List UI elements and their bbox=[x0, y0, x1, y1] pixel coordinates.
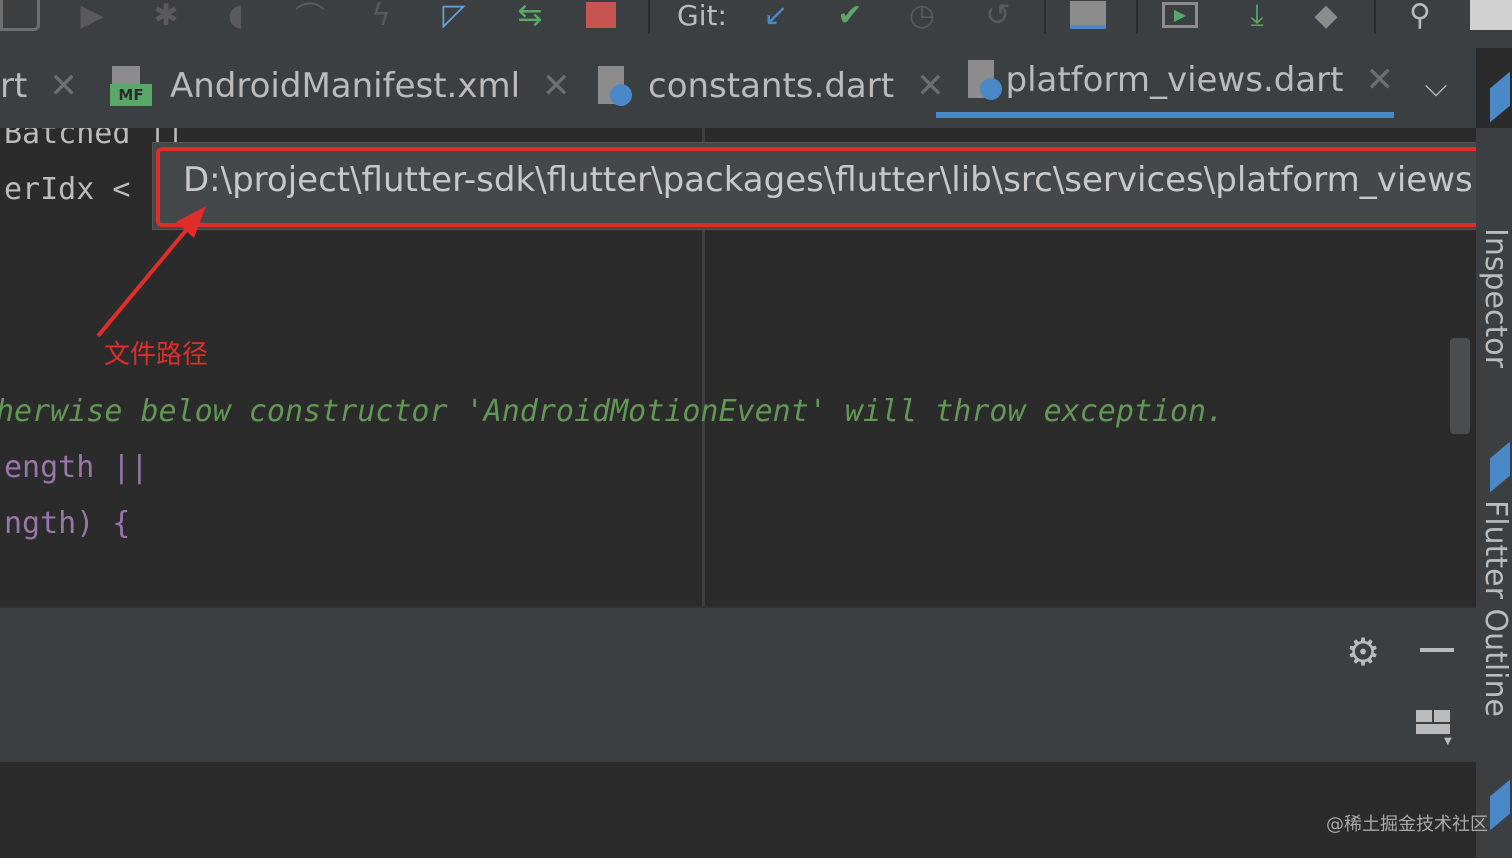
code-line: ength || bbox=[4, 450, 149, 485]
flutter-logo-icon bbox=[1490, 71, 1510, 123]
git-rollback-icon[interactable]: ↺ bbox=[980, 0, 1016, 33]
tab-label: constants.dart bbox=[648, 66, 895, 106]
profile-icon[interactable]: ⌒ bbox=[290, 0, 330, 36]
flutter-logo-icon bbox=[1490, 779, 1510, 831]
watermark: @稀土掘金技术社区 bbox=[1326, 814, 1488, 835]
close-icon[interactable]: ✕ bbox=[542, 66, 571, 106]
git-update-icon[interactable]: ↙ bbox=[758, 0, 794, 33]
right-tool-strip: Inspector Flutter Outline bbox=[1476, 71, 1512, 858]
tab-label: platform_views.dart bbox=[1005, 60, 1344, 100]
file-path-text: D:\project\flutter-sdk\flutter\packages\… bbox=[183, 160, 1512, 200]
toolbar-separator bbox=[1136, 0, 1138, 34]
git-commit-icon[interactable]: ✔ bbox=[832, 0, 868, 33]
manifest-file-icon: MF bbox=[110, 66, 152, 106]
editor-tab-bar: rt ✕ MF AndroidManifest.xml ✕ constants.… bbox=[0, 48, 1476, 129]
sdk-manager-icon[interactable]: ⤓ bbox=[1236, 0, 1278, 33]
show-hidden-tabs-chevron-down-icon[interactable]: ⌵ bbox=[1416, 48, 1456, 124]
sync-icon[interactable]: ⇆ bbox=[508, 0, 552, 33]
bottom-tool-window: ⚙ ▼ bbox=[0, 606, 1476, 764]
editor-scrollbar-thumb[interactable] bbox=[1450, 338, 1470, 434]
flutter-attach-icon[interactable]: ◸ bbox=[436, 0, 472, 33]
tab-platform-views-dart[interactable]: platform_views.dart ✕ bbox=[936, 48, 1394, 118]
project-structure-icon[interactable] bbox=[1066, 0, 1110, 30]
tab-partial[interactable]: rt ✕ bbox=[0, 48, 78, 124]
git-label: Git: bbox=[677, 0, 727, 32]
dart-file-icon bbox=[596, 66, 632, 106]
toolbar-separator bbox=[648, 0, 650, 34]
dart-file-icon bbox=[966, 60, 1002, 100]
run-icon[interactable]: ▶ bbox=[74, 0, 110, 33]
sync-gradle-icon[interactable]: ◆ bbox=[1304, 0, 1348, 33]
tab-constants-dart[interactable]: constants.dart ✕ bbox=[596, 48, 945, 124]
code-line: ngth) { bbox=[4, 506, 131, 541]
toolbar-separator bbox=[1044, 0, 1046, 34]
toolbar-separator bbox=[1374, 0, 1376, 34]
flutter-logo-icon bbox=[1490, 441, 1510, 493]
avd-manager-icon[interactable]: ▶ bbox=[1158, 0, 1202, 30]
flutter-outline-tab[interactable]: Flutter Outline bbox=[1478, 500, 1512, 717]
search-icon[interactable]: ⚲ bbox=[1398, 0, 1442, 33]
code-comment-line: herwise below constructor 'AndroidMotion… bbox=[0, 394, 1225, 429]
flutter-inspector-tab[interactable]: Inspector bbox=[1478, 228, 1512, 368]
tab-androidmanifest[interactable]: MF AndroidManifest.xml ✕ bbox=[110, 48, 571, 124]
main-toolbar: ▶ ✱ ◖ ⌒ ϟ ◸ ⇆ Git: ↙ ✔ ◷ ↺ ▶ ⤓ ◆ ⚲ bbox=[0, 0, 1512, 48]
tab-label: AndroidManifest.xml bbox=[170, 66, 521, 106]
layout-options-icon[interactable]: ▼ bbox=[1416, 710, 1452, 747]
close-icon[interactable]: ✕ bbox=[1366, 60, 1395, 100]
stop-icon[interactable] bbox=[584, 0, 618, 30]
debug-icon[interactable]: ✱ bbox=[146, 0, 186, 33]
annotation-arrow-icon bbox=[96, 206, 206, 338]
annotation-label: 文件路径 bbox=[104, 340, 209, 370]
user-avatar-icon[interactable] bbox=[1470, 0, 1512, 30]
config-dropdown-icon[interactable] bbox=[0, 0, 40, 31]
gear-icon[interactable]: ⚙ bbox=[1346, 630, 1380, 674]
tab-label: rt bbox=[0, 66, 28, 106]
hot-reload-icon[interactable]: ϟ bbox=[366, 0, 396, 33]
git-history-icon[interactable]: ◷ bbox=[902, 0, 942, 33]
status-area bbox=[0, 762, 1476, 858]
minimize-icon[interactable] bbox=[1420, 648, 1454, 652]
close-icon[interactable]: ✕ bbox=[49, 66, 78, 106]
attach-debugger-icon[interactable]: ◖ bbox=[216, 0, 256, 33]
